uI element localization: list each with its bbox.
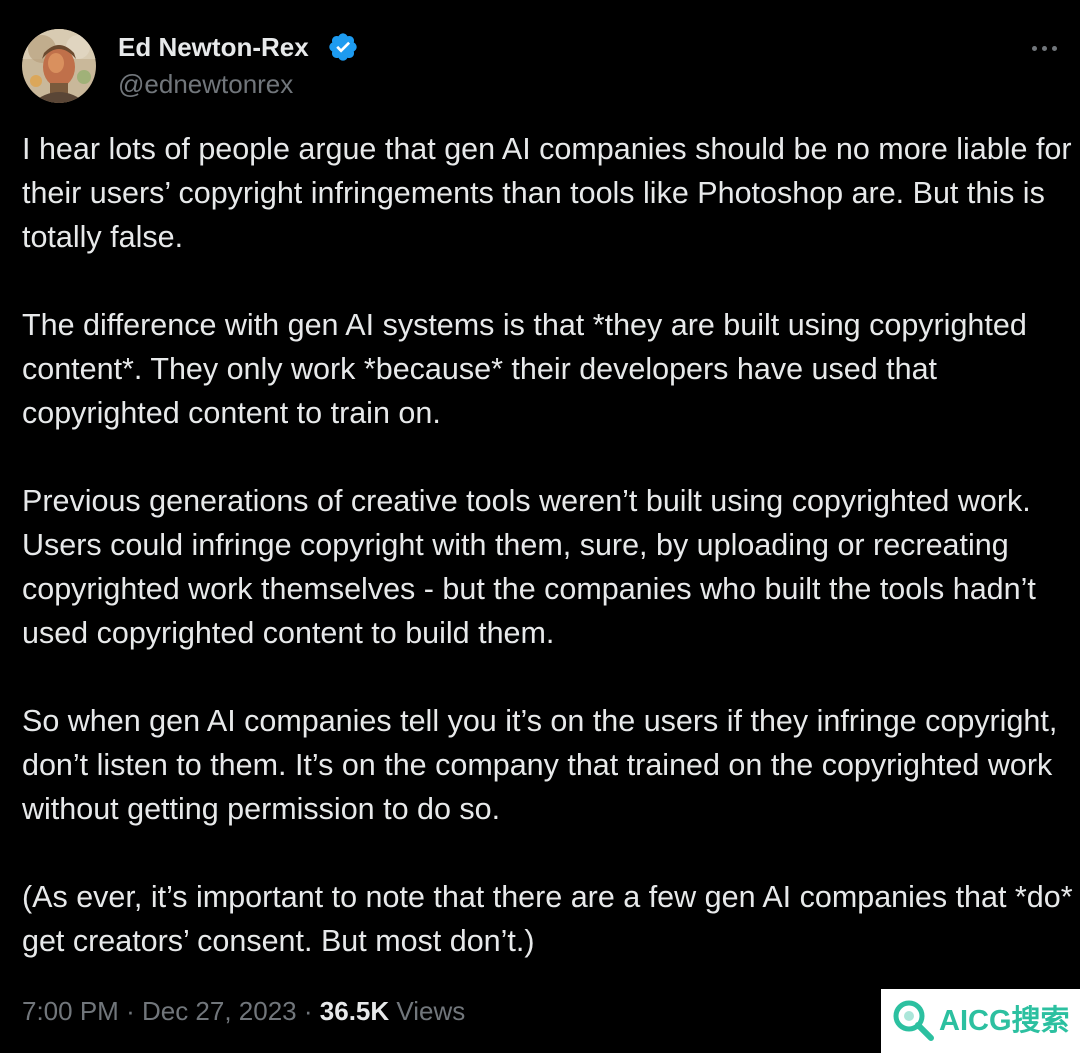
tweet-paragraph: (As ever, it’s important to note that th… — [22, 880, 1073, 958]
more-horizontal-icon — [1051, 45, 1057, 51]
avatar-photo-icon — [22, 29, 96, 103]
tweet-paragraph: Previous generations of creative tools w… — [22, 484, 1036, 650]
author-handle[interactable]: @ednewtonrex — [118, 68, 293, 100]
more-horizontal-icon — [1041, 45, 1047, 51]
meta-separator: · — [126, 996, 135, 1026]
tweet-paragraph: So when gen AI companies tell you it’s o… — [22, 704, 1058, 826]
tweet-time[interactable]: 7:00 PM — [22, 996, 119, 1026]
tweet-date[interactable]: Dec 27, 2023 — [142, 996, 297, 1026]
display-name[interactable]: Ed Newton-Rex — [118, 31, 309, 63]
search-magnifier-icon — [893, 1000, 934, 1041]
watermark-text: AICG搜索 — [939, 1005, 1070, 1037]
tweet-text: I hear lots of people argue that gen AI … — [22, 127, 1074, 963]
verified-badge-icon[interactable] — [327, 31, 359, 63]
more-options-button[interactable] — [1024, 34, 1064, 62]
views-label: Views — [396, 996, 466, 1026]
watermark: AICG搜索 — [881, 989, 1080, 1053]
more-horizontal-icon — [1031, 45, 1037, 51]
meta-separator: · — [303, 996, 313, 1026]
tweet-meta: 7:00 PM · Dec 27, 2023 · 36.5K Views — [22, 992, 465, 1030]
avatar[interactable] — [22, 29, 96, 103]
tweet-paragraph: I hear lots of people argue that gen AI … — [22, 132, 1072, 254]
views-count: 36.5K — [319, 996, 390, 1026]
tweet-paragraph: The difference with gen AI systems is th… — [22, 308, 1027, 430]
